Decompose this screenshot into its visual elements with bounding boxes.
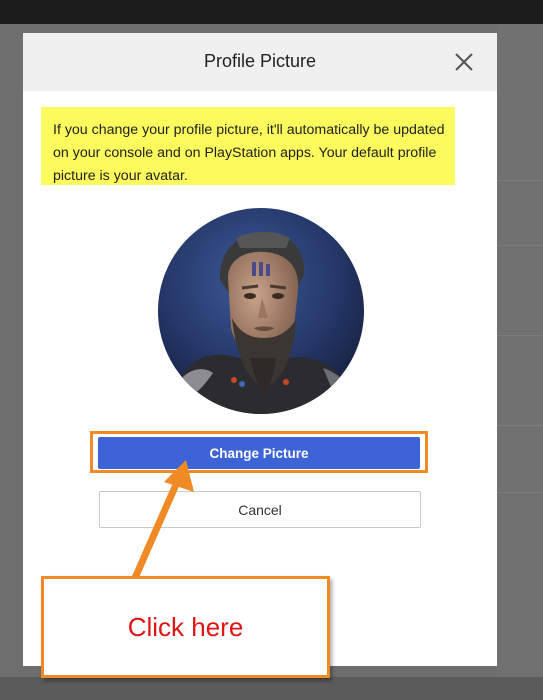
annotation-callout: Click here — [41, 576, 330, 678]
callout-text: Click here — [127, 612, 244, 642]
